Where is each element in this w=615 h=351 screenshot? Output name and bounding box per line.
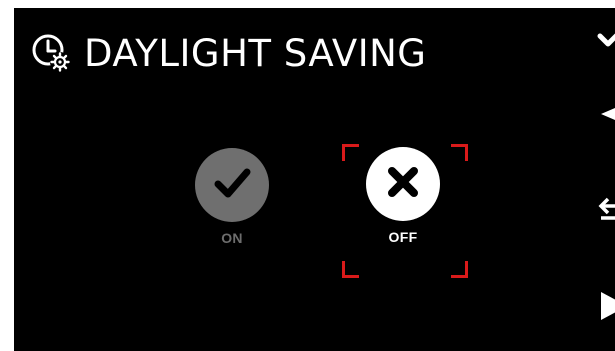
option-on-label: ON xyxy=(221,230,243,246)
swap-arrows-icon xyxy=(597,194,615,230)
selection-frame xyxy=(342,144,468,278)
checkmark-icon xyxy=(597,18,615,54)
option-on[interactable]: ON xyxy=(187,148,277,246)
side-controls xyxy=(597,8,615,351)
device-screen: DAYLIGHT SAVING ON OFF xyxy=(14,8,615,351)
selection-corner xyxy=(451,144,468,161)
triangle-right-icon xyxy=(597,288,615,324)
clock-gear-icon xyxy=(30,32,72,74)
confirm-button[interactable] xyxy=(597,18,615,54)
checkmark-icon xyxy=(207,158,257,212)
switch-button[interactable] xyxy=(597,194,615,230)
selection-corner xyxy=(342,261,359,278)
page-title: DAYLIGHT SAVING xyxy=(84,31,427,75)
selection-corner xyxy=(451,261,468,278)
header: DAYLIGHT SAVING xyxy=(30,28,426,78)
next-button[interactable] xyxy=(597,288,615,324)
triangle-left-icon xyxy=(597,96,615,132)
back-button[interactable] xyxy=(597,96,615,132)
option-on-circle[interactable] xyxy=(195,148,269,222)
selection-corner xyxy=(342,144,359,161)
